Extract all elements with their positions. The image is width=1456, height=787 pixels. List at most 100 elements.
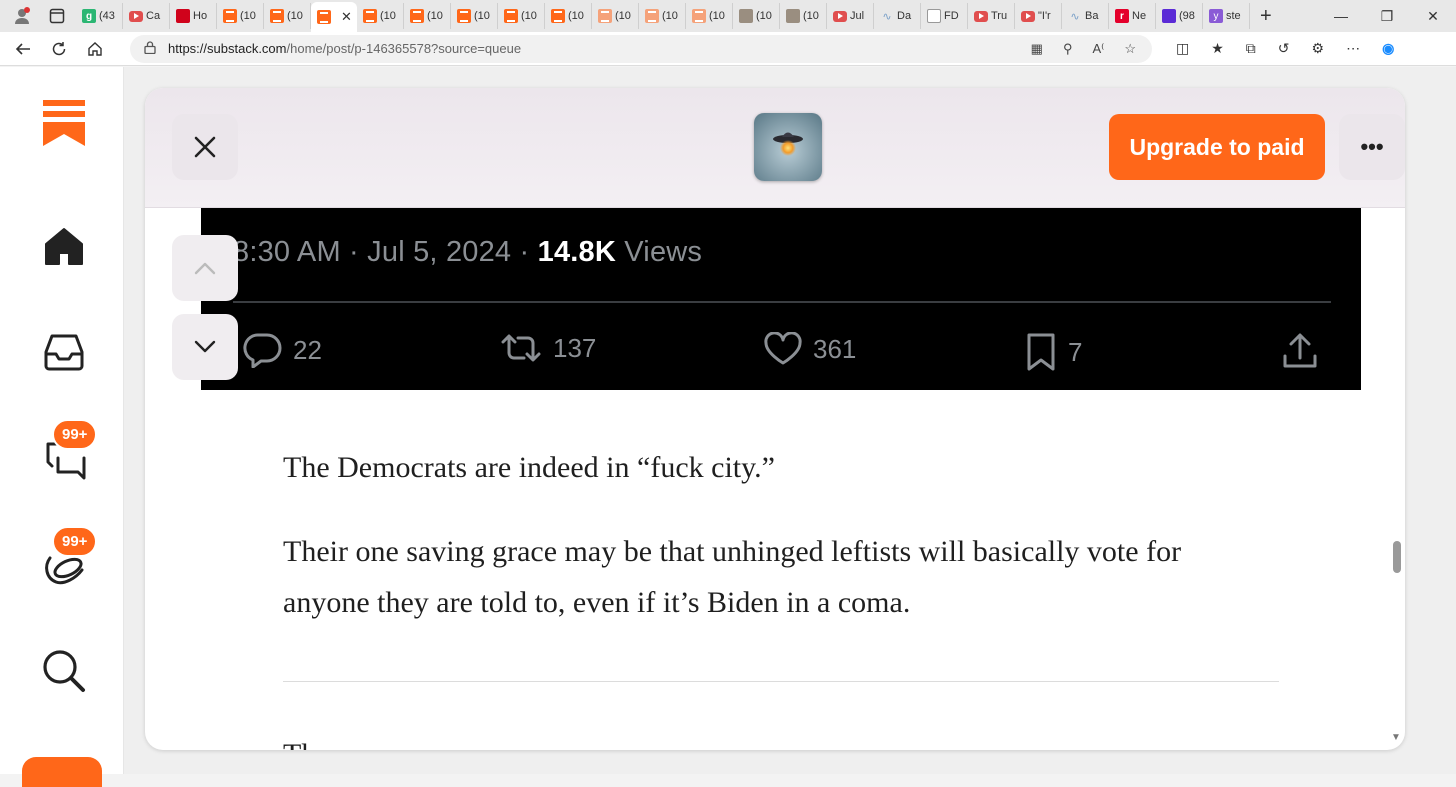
tab-title: "I'r (1038, 10, 1051, 22)
tweet-divider (233, 301, 1331, 303)
browser-tab[interactable]: (10 (264, 3, 311, 29)
tab-title: (10 (709, 10, 725, 22)
split-screen-icon[interactable]: ◫ (1176, 40, 1189, 57)
scrollbar-down-arrow[interactable]: ▼ (1391, 732, 1401, 743)
section-divider (283, 681, 1279, 682)
tweet-replies: 22 (243, 332, 322, 368)
read-aloud-icon[interactable]: A⁽ (1092, 41, 1104, 57)
tab-title: (10 (662, 10, 678, 22)
tweet-meta: 8:30 AM · Jul 5, 2024 · 14.8K Views (233, 236, 702, 269)
url-host: https://substack.com (168, 41, 287, 56)
profile-icon[interactable] (8, 5, 36, 27)
create-button[interactable] (22, 757, 102, 787)
tab-title: (10 (380, 10, 396, 22)
browser-tab[interactable]: (10 (733, 3, 780, 29)
tweet-retweets: 137 (499, 332, 596, 364)
browser-tab[interactable]: (98 (1156, 3, 1203, 29)
substack-favicon-icon (551, 9, 565, 23)
back-button[interactable] (12, 38, 34, 60)
lock-icon[interactable] (144, 40, 156, 57)
wave-favicon-icon: ∿ (1070, 10, 1080, 23)
tab-title: (10 (615, 10, 631, 22)
substack-faded-favicon-icon (598, 9, 612, 23)
tab-title: (10 (287, 10, 303, 22)
browser-tab-strip: g (43 Ca Ho (10 (10 ✕ (10 (10 (10 (10 (10 (10 (10 (10 (… (0, 0, 1456, 32)
browser-tab[interactable]: "I'r (1015, 3, 1062, 29)
y-purple-favicon-icon: y (1209, 9, 1223, 23)
tweet-likes: 361 (763, 332, 856, 366)
minimize-button[interactable]: — (1318, 8, 1364, 24)
browser-tab-active[interactable]: ✕ (311, 2, 357, 32)
settings-more-icon[interactable]: ⋯ (1346, 40, 1360, 57)
upgrade-to-paid-button[interactable]: Upgrade to paid (1109, 114, 1325, 180)
tab-title: Ba (1085, 10, 1099, 22)
favorites-icon[interactable]: ★ (1211, 40, 1224, 57)
previous-post-button[interactable] (172, 235, 238, 301)
browser-tab[interactable]: Jul (827, 3, 874, 29)
browser-tab[interactable]: Tru (968, 3, 1015, 29)
bookmark-icon (1027, 333, 1055, 371)
tweet-views-count: 14.8K (537, 236, 617, 268)
favorite-star-icon[interactable]: ☆ (1124, 41, 1136, 57)
refresh-button[interactable] (48, 38, 70, 60)
browser-tab[interactable]: Ho (170, 3, 217, 29)
substack-favicon-icon (363, 9, 377, 23)
browser-tab[interactable]: (10 (357, 3, 404, 29)
substack-logo-icon[interactable] (40, 99, 88, 147)
tweet-share (1281, 332, 1319, 370)
window-close-button[interactable]: ✕ (1410, 8, 1456, 25)
close-icon (194, 136, 216, 158)
copilot-icon[interactable]: ◉ (1382, 40, 1394, 57)
tab-title: (10 (521, 10, 537, 22)
article-paragraph: Their one saving grace may be that unhin… (283, 535, 1182, 619)
browser-tab[interactable]: y ste (1203, 3, 1250, 29)
browser-tab[interactable]: (10 (780, 3, 827, 29)
publication-logo[interactable] (754, 113, 822, 181)
tweet-bookmarks: 7 (1024, 332, 1082, 372)
browser-tab[interactable]: (10 (498, 3, 545, 29)
next-post-button[interactable] (172, 314, 238, 380)
green-g-favicon-icon: g (82, 9, 96, 23)
search-nav-icon[interactable] (40, 647, 88, 695)
substack-favicon-icon (410, 9, 424, 23)
inbox-nav-icon[interactable] (40, 328, 88, 376)
browser-tab[interactable]: (10 (404, 3, 451, 29)
browser-tab[interactable]: (10 (451, 3, 498, 29)
tab-title: ste (1226, 10, 1241, 22)
address-bar-row: https://substack.com/home/post/p-1463655… (0, 32, 1456, 66)
url-path: /home/post/p-146365578?source=queue (286, 41, 522, 56)
browser-tab[interactable]: r Ne (1109, 3, 1156, 29)
tweet-views-label: Views (616, 236, 703, 268)
more-options-button[interactable]: ••• (1339, 114, 1405, 180)
browser-tab[interactable]: ∿ Da (874, 3, 921, 29)
r-red-favicon-icon: r (1115, 9, 1129, 23)
browser-tab[interactable]: (10 (217, 3, 264, 29)
tab-close-icon[interactable]: ✕ (341, 9, 352, 25)
new-tab-button[interactable]: + (1260, 5, 1272, 28)
maximize-button[interactable]: ❐ (1364, 8, 1410, 25)
browser-tab[interactable]: (10 (592, 3, 639, 29)
collections-icon[interactable]: ⧉ (1246, 40, 1256, 57)
browser-tab[interactable]: g (43 (76, 3, 123, 29)
home-nav-icon[interactable] (40, 222, 88, 270)
tweet-bookmarks-count: 7 (1068, 336, 1083, 367)
wave-favicon-icon: ∿ (882, 10, 892, 23)
article-paragraph-cutoff: The ... ... ... ... (283, 738, 450, 750)
close-button[interactable] (172, 114, 238, 180)
apps-icon[interactable]: ▦ (1031, 41, 1043, 57)
browser-tab[interactable]: Ca (123, 3, 170, 29)
browser-tab[interactable]: (10 (686, 3, 733, 29)
url-field[interactable]: https://substack.com/home/post/p-1463655… (130, 34, 1152, 63)
tab-title: (10 (240, 10, 256, 22)
scrollbar-thumb[interactable] (1393, 541, 1401, 573)
history-icon[interactable]: ↺ (1278, 40, 1290, 57)
browser-tab[interactable]: ∿ Ba (1062, 3, 1109, 29)
extensions-icon[interactable]: ⚙ (1312, 40, 1325, 57)
browser-tab[interactable]: FD (921, 3, 968, 29)
home-button[interactable] (84, 38, 106, 60)
zoom-icon[interactable]: ⚲ (1063, 41, 1073, 57)
browser-tab[interactable]: (10 (545, 3, 592, 29)
browser-tab[interactable]: (10 (639, 3, 686, 29)
tab-title: Ne (1132, 10, 1147, 22)
tab-actions-icon[interactable] (46, 5, 68, 27)
